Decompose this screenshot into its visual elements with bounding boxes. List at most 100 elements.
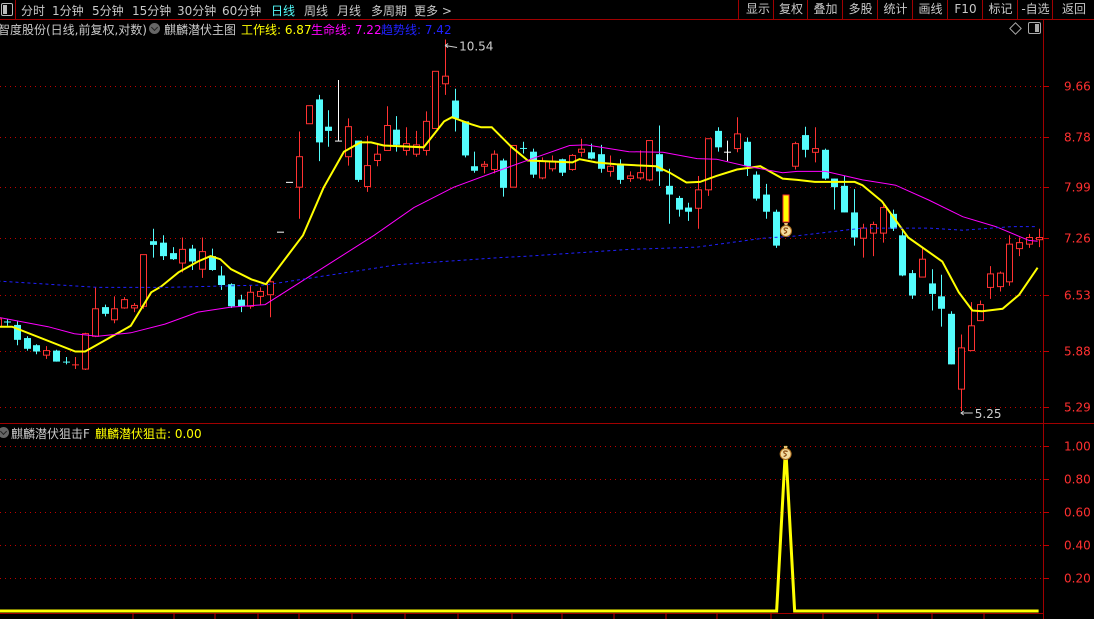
multi-stock-button[interactable]: 多股	[842, 0, 878, 19]
candle-body	[938, 296, 945, 309]
period-tab-timeshare[interactable]: 分时	[21, 2, 45, 19]
period-toolbar: 分时 1分钟 5分钟 15分钟 30分钟 60分钟 日线 周线 月线 多周期 更…	[0, 0, 1094, 20]
candle	[607, 155, 614, 177]
candle	[296, 131, 303, 219]
display-button[interactable]: 显示	[738, 0, 777, 19]
candle-body	[257, 290, 264, 297]
main-plot	[0, 39, 1043, 412]
period-tab-60min[interactable]: 60分钟	[222, 2, 261, 19]
candle	[209, 248, 216, 271]
candle	[617, 159, 624, 184]
candle-body	[267, 281, 274, 296]
indicator-name[interactable]: 麒麟潜伏主图	[164, 21, 236, 38]
candle	[491, 150, 498, 174]
life-line	[0, 144, 1038, 337]
overlay-button[interactable]: 叠加	[807, 0, 843, 19]
candle-body	[685, 207, 692, 212]
candle-body	[763, 194, 770, 212]
candle	[63, 356, 70, 365]
candle-body	[1016, 242, 1023, 250]
sidebar-toggle-icon[interactable]	[1, 3, 13, 16]
candle-body	[1006, 243, 1013, 283]
period-tab-weekly[interactable]: 周线	[304, 2, 328, 19]
candle	[72, 356, 79, 370]
candle	[462, 121, 469, 158]
candle	[238, 294, 245, 313]
period-tab-30min[interactable]: 30分钟	[177, 2, 216, 19]
candle-body	[822, 149, 829, 179]
period-tab-monthly[interactable]: 月线	[337, 2, 361, 19]
candle	[286, 181, 293, 183]
candle	[705, 138, 712, 196]
price-axis-label: 7.99	[1064, 181, 1091, 195]
candle-body	[170, 253, 177, 260]
adjust-button[interactable]: 复权	[773, 0, 808, 19]
sub-axis-label: 1.00	[1064, 440, 1091, 454]
indicator-menu-icon[interactable]	[149, 23, 160, 34]
candle-body	[715, 130, 722, 148]
candle	[715, 127, 722, 152]
price-axis-label: 5.29	[1064, 401, 1091, 415]
candle-body	[539, 160, 546, 179]
candle	[997, 271, 1004, 292]
kline-chart[interactable]: 9.66 8.78 7.99 7.26 6.53 5.88 5.29 1.00 0.80 0.60…	[0, 0, 1094, 619]
candle	[345, 118, 352, 166]
candle	[442, 39, 449, 95]
candle	[92, 287, 99, 338]
statistics-button[interactable]: 统计	[877, 0, 913, 19]
f10-button[interactable]: F10	[947, 0, 983, 19]
candle	[812, 127, 819, 163]
candle-body	[588, 152, 595, 159]
period-tab-daily[interactable]: 日线	[271, 2, 295, 19]
candle-body	[637, 172, 644, 179]
candle-body	[121, 299, 128, 309]
candle	[364, 135, 371, 192]
sub-axis-label: 0.60	[1064, 506, 1091, 520]
back-button[interactable]: 返回	[1052, 0, 1094, 19]
panel-toggle-icon[interactable]	[1028, 22, 1041, 34]
sub-indicator-name[interactable]: 麒麟潜伏狙击F	[11, 425, 90, 442]
candle	[471, 151, 478, 173]
candle	[695, 175, 702, 229]
signal-bar	[782, 194, 790, 223]
candle	[24, 336, 31, 351]
candle	[627, 171, 634, 182]
candle-body	[792, 143, 799, 167]
candle-body	[627, 175, 634, 180]
candle	[578, 138, 585, 157]
candle	[306, 105, 313, 125]
sub-axis-label: 0.80	[1064, 473, 1091, 487]
candle-body	[968, 325, 975, 352]
candle	[734, 117, 741, 153]
candle	[802, 126, 809, 158]
candle-body	[160, 242, 167, 257]
candle-body	[753, 174, 760, 199]
candle-body	[617, 164, 624, 180]
candle	[744, 137, 751, 176]
period-tab-5min[interactable]: 5分钟	[92, 2, 124, 19]
candle-body	[734, 133, 741, 150]
high-arrow-icon	[444, 43, 458, 49]
candle	[724, 140, 731, 162]
candle-body	[374, 153, 381, 161]
candle-body	[355, 140, 362, 180]
candle	[481, 161, 488, 174]
candle-body	[247, 291, 254, 307]
candle	[666, 168, 673, 224]
period-tab-more[interactable]: 更多 >	[414, 2, 452, 19]
draw-line-button[interactable]: 画线	[912, 0, 948, 19]
work-line-value: 工作线: 6.87	[241, 23, 312, 37]
period-tab-multi[interactable]: 多周期	[371, 2, 407, 19]
remove-watchlist-button[interactable]: -自选	[1017, 0, 1053, 19]
candle	[899, 230, 906, 277]
mark-button[interactable]: 标记	[982, 0, 1018, 19]
candle-body	[919, 258, 926, 278]
candle	[929, 269, 936, 311]
price-axis-label: 5.88	[1064, 345, 1091, 359]
candle-body	[851, 212, 858, 238]
candle	[33, 344, 40, 355]
candle-body	[325, 126, 332, 131]
period-tab-1min[interactable]: 1分钟	[52, 2, 84, 19]
period-tab-15min[interactable]: 15分钟	[132, 2, 171, 19]
candle	[335, 79, 342, 142]
